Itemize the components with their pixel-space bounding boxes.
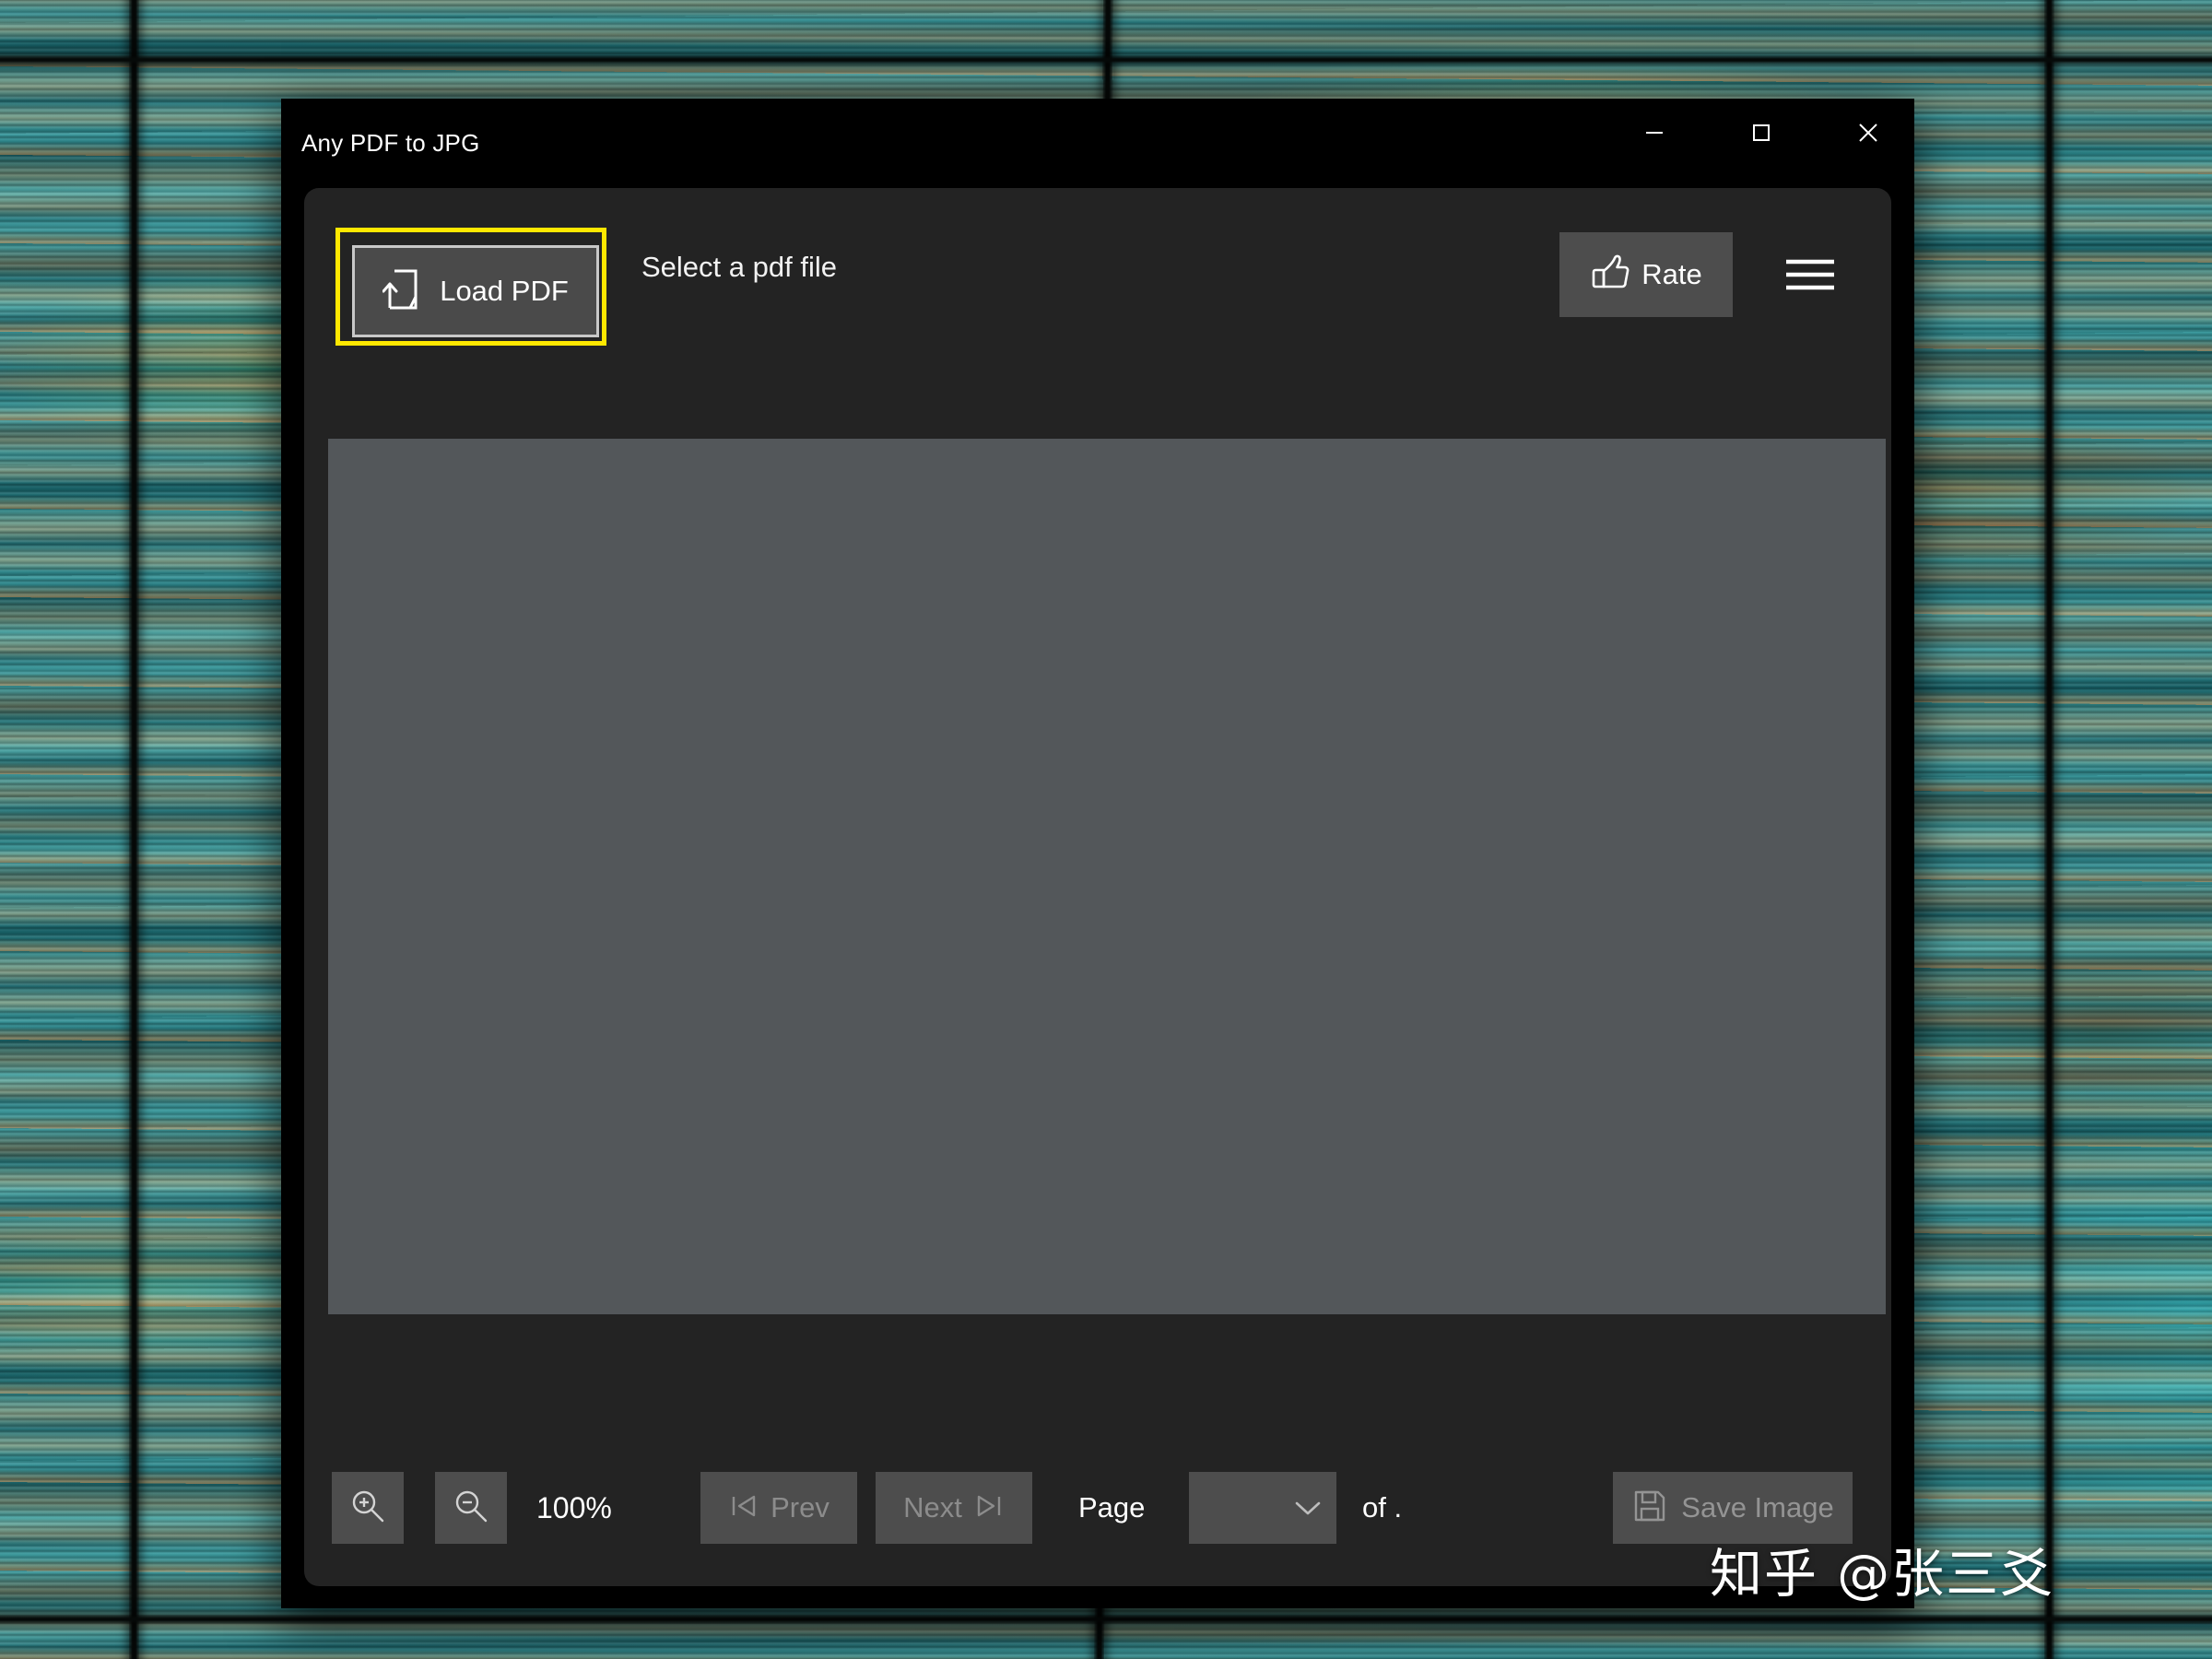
pdf-preview-area[interactable] xyxy=(328,439,1886,1314)
header-toolbar: Load PDF Select a pdf file Rate xyxy=(304,188,1891,347)
minimize-icon[interactable] xyxy=(1619,99,1689,167)
application-window: Any PDF to JPG Load PDF Select a pdf fil… xyxy=(281,99,1914,1608)
zoom-level-label: 100% xyxy=(536,1491,612,1524)
next-page-label: Next xyxy=(903,1491,962,1524)
save-image-label: Save Image xyxy=(1681,1491,1834,1524)
rate-button[interactable]: Rate xyxy=(1559,232,1733,317)
skip-next-icon xyxy=(973,1491,1005,1525)
next-page-button[interactable]: Next xyxy=(876,1472,1032,1544)
window-title: Any PDF to JPG xyxy=(301,129,480,157)
zoom-out-icon xyxy=(452,1487,490,1530)
prev-page-label: Prev xyxy=(771,1491,830,1524)
load-pdf-button[interactable]: Load PDF xyxy=(352,245,599,337)
plank-seam-horizontal xyxy=(0,1615,2212,1624)
title-bar[interactable]: Any PDF to JPG xyxy=(281,99,1914,188)
plank-seam xyxy=(129,0,139,1659)
plank-seam xyxy=(2044,0,2054,1659)
plank-seam-horizontal xyxy=(0,55,2212,65)
prev-page-button[interactable]: Prev xyxy=(700,1472,857,1544)
load-pdf-label: Load PDF xyxy=(440,275,569,307)
floppy-disk-save-icon xyxy=(1631,1488,1668,1529)
skip-previous-icon xyxy=(728,1491,759,1525)
chevron-down-icon xyxy=(1292,1498,1324,1518)
zoom-in-icon xyxy=(348,1487,387,1530)
page-total-label: of . xyxy=(1362,1491,1403,1524)
hamburger-menu-icon[interactable] xyxy=(1768,232,1853,317)
rate-label: Rate xyxy=(1641,258,1702,290)
load-pdf-highlight-box: Load PDF xyxy=(335,228,606,346)
save-image-button[interactable]: Save Image xyxy=(1613,1472,1853,1544)
document-upload-icon xyxy=(382,266,423,317)
page-select-dropdown[interactable] xyxy=(1189,1472,1336,1544)
close-icon[interactable] xyxy=(1833,99,1903,167)
zoom-in-button[interactable] xyxy=(332,1472,404,1544)
app-content-panel: Load PDF Select a pdf file Rate 100% Pre… xyxy=(304,188,1891,1586)
thumbs-up-icon xyxy=(1590,253,1630,297)
maximize-icon[interactable] xyxy=(1726,99,1796,167)
bottom-toolbar: 100% Prev Next Page of . Save Image xyxy=(304,1439,1891,1586)
select-file-hint: Select a pdf file xyxy=(641,251,837,283)
page-label: Page xyxy=(1078,1491,1146,1524)
zoom-out-button[interactable] xyxy=(435,1472,507,1544)
